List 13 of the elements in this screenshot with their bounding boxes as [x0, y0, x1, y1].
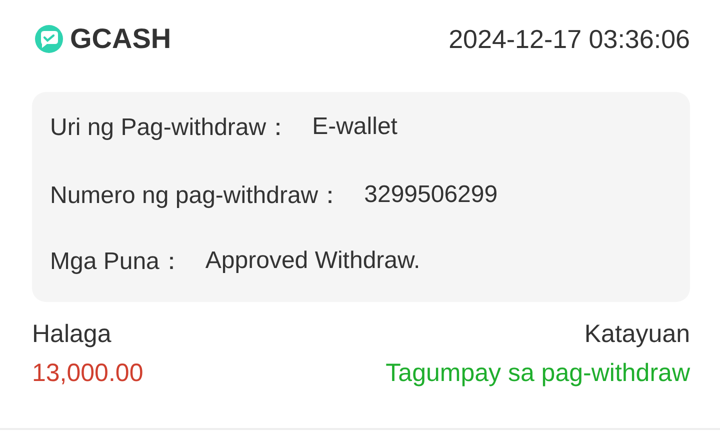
detail-label: Uri ng Pag-withdraw：	[50, 113, 290, 143]
detail-label: Mga Puna：	[50, 247, 184, 277]
amount-value: 13,000.00	[32, 359, 144, 388]
detail-label: Numero ng pag-withdraw：	[50, 181, 342, 211]
amount-label: Halaga	[32, 320, 112, 349]
status-value: Tagumpay sa pag-withdraw	[386, 359, 690, 388]
detail-value: E-wallet	[312, 113, 398, 141]
detail-value: 3299506299	[364, 181, 498, 209]
brand-name: GCASH	[70, 23, 172, 55]
detail-value: Approved Withdraw.	[205, 247, 420, 275]
transaction-datetime: 2024-12-17 03:36:06	[448, 24, 690, 54]
status-label: Katayuan	[584, 320, 690, 349]
chat-bubble-check-icon	[34, 24, 64, 54]
